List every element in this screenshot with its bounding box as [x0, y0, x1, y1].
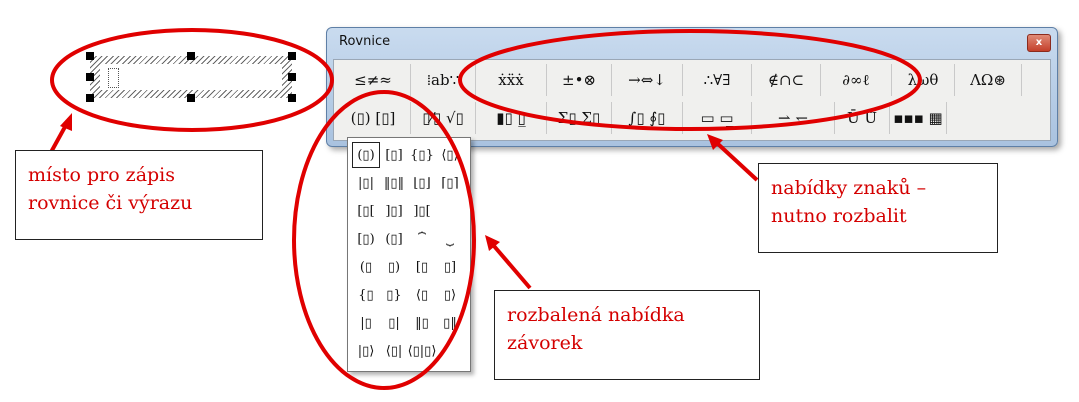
placeholder-note-line1: místo pro zápis [28, 164, 176, 186]
fence-note-line2: závorek [507, 332, 583, 354]
symbols-note: nabídky znaků – nutno rozbalit [758, 163, 998, 253]
symbols-note-line2: nutno rozbalit [771, 205, 907, 227]
fence-note: rozbalená nabídka závorek [494, 290, 760, 380]
fence-note-line1: rozbalená nabídka [507, 304, 685, 326]
symbols-arrow-line [716, 142, 759, 182]
placeholder-note-line2: rovnice či výrazu [28, 192, 193, 214]
symbols-highlight-ellipse [458, 29, 922, 131]
placeholder-note: místo pro zápis rovnice či výrazu [15, 150, 263, 240]
placeholder-arrow-head [60, 113, 72, 131]
fence-arrow-line [492, 244, 532, 290]
placeholder-highlight-ellipse [50, 28, 334, 132]
fence-highlight-ellipse [292, 90, 476, 390]
symbols-note-line1: nabídky znaků – [771, 177, 927, 199]
